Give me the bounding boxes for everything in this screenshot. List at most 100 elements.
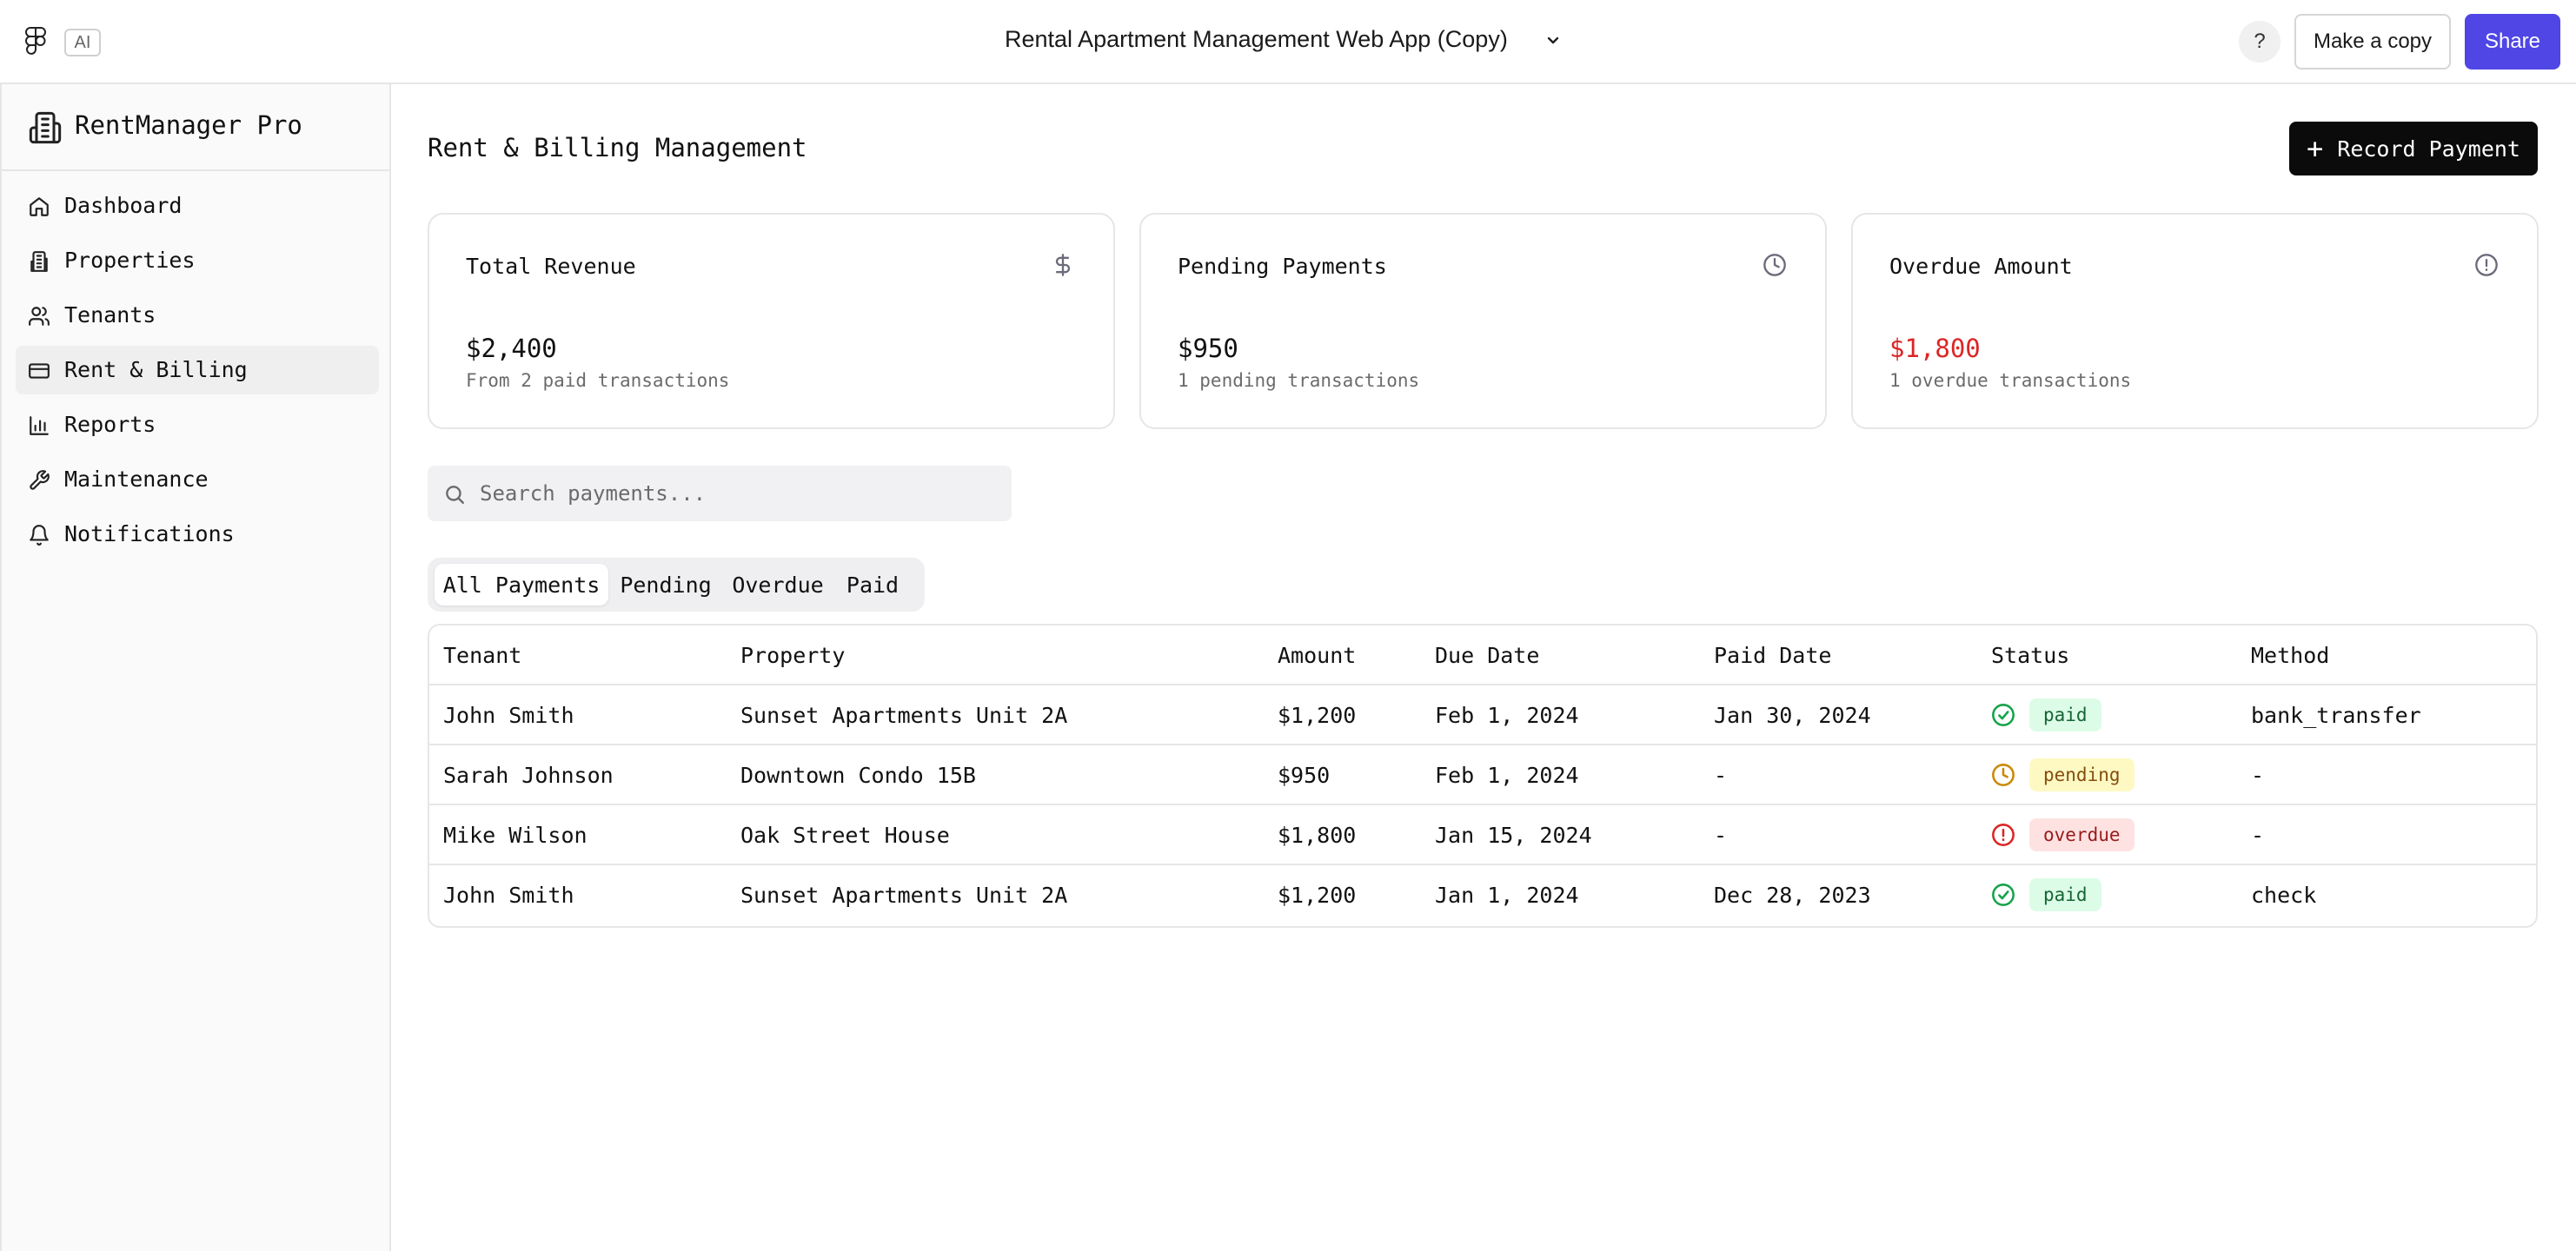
- wrench-icon: [30, 470, 50, 490]
- card-value: $1,800: [1889, 334, 1981, 363]
- bell-icon: [30, 525, 49, 546]
- card-value: $950: [1178, 334, 1238, 363]
- document-title[interactable]: Rental Apartment Management Web App (Cop…: [1005, 26, 1508, 53]
- column-header-property[interactable]: Property: [740, 643, 845, 668]
- method-cell: -: [2251, 823, 2265, 848]
- sidebar-item-label: Reports: [64, 412, 156, 437]
- sidebar-item-notifications[interactable]: Notifications: [16, 510, 379, 559]
- status-badge: overdue: [2029, 818, 2134, 851]
- column-header-amount[interactable]: Amount: [1278, 643, 1356, 668]
- sidebar-item-rent-billing[interactable]: Rent & Billing: [16, 346, 379, 394]
- payment-filter-tabs: All Payments Pending Overdue Paid: [428, 558, 925, 612]
- card-title: Overdue Amount: [1889, 254, 2073, 279]
- column-header-tenant[interactable]: Tenant: [443, 643, 521, 668]
- table-row[interactable]: John Smith Sunset Apartments Unit 2A $1,…: [429, 685, 2536, 745]
- sidebar: RentManager Pro Dashboard Properties Ten…: [0, 84, 391, 1251]
- app-name: RentManager Pro: [75, 110, 302, 140]
- card-title: Total Revenue: [466, 254, 636, 279]
- tenant-cell: John Smith: [443, 883, 574, 908]
- check-circle-icon: [1992, 704, 2015, 726]
- sidebar-item-label: Dashboard: [64, 193, 183, 218]
- home-icon: [30, 197, 49, 216]
- amount-cell: $1,200: [1278, 883, 1357, 908]
- clock-icon: [1763, 254, 1786, 276]
- users-icon: [29, 307, 50, 326]
- bar-chart-icon: [30, 416, 49, 435]
- sidebar-item-dashboard[interactable]: Dashboard: [16, 182, 379, 230]
- dollar-icon: [1055, 254, 1071, 276]
- column-header-status[interactable]: Status: [1991, 643, 2069, 668]
- check-circle-icon: [1992, 884, 2015, 906]
- sidebar-item-reports[interactable]: Reports: [16, 400, 379, 449]
- sidebar-item-maintenance[interactable]: Maintenance: [16, 455, 379, 504]
- search-input[interactable]: [480, 466, 1001, 521]
- due-date-cell: Jan 1, 2024: [1435, 883, 1579, 908]
- sidebar-item-label: Rent & Billing: [64, 357, 248, 382]
- table-header-row: Tenant Property Amount Due Date Paid Dat…: [429, 626, 2536, 685]
- overdue-amount-card: Overdue Amount $1,800 1 overdue transact…: [1851, 213, 2539, 429]
- paid-date-cell: Dec 28, 2023: [1714, 883, 1871, 908]
- search-box: [428, 466, 1012, 521]
- tenant-cell: John Smith: [443, 703, 574, 728]
- building-icon: [30, 251, 48, 272]
- building-logo-icon: [29, 111, 62, 144]
- record-payment-button[interactable]: + Record Payment: [2289, 122, 2538, 175]
- card-subtitle: 1 pending transactions: [1178, 370, 1420, 391]
- due-date-cell: Feb 1, 2024: [1435, 763, 1579, 788]
- top-bar: AI Rental Apartment Management Web App (…: [0, 0, 2576, 84]
- amount-cell: $950: [1278, 763, 1331, 788]
- figma-logo-icon[interactable]: [24, 26, 47, 57]
- column-header-due-date[interactable]: Due Date: [1435, 643, 1539, 668]
- sidebar-item-label: Tenants: [64, 302, 156, 328]
- pending-payments-card: Pending Payments $950 1 pending transact…: [1139, 213, 1827, 429]
- alert-circle-icon: [2475, 254, 2498, 276]
- credit-card-icon: [29, 363, 50, 379]
- make-a-copy-button[interactable]: Make a copy: [2294, 14, 2451, 70]
- share-button[interactable]: Share: [2465, 14, 2560, 70]
- tab-overdue[interactable]: Overdue: [723, 564, 833, 606]
- sidebar-item-properties[interactable]: Properties: [16, 236, 379, 285]
- table-row[interactable]: John Smith Sunset Apartments Unit 2A $1,…: [429, 865, 2536, 925]
- tab-pending[interactable]: Pending: [614, 564, 718, 606]
- brand: RentManager Pro: [2, 84, 391, 171]
- card-subtitle: 1 overdue transactions: [1889, 370, 2132, 391]
- method-cell: -: [2251, 763, 2265, 788]
- help-button[interactable]: ?: [2239, 21, 2281, 63]
- paid-date-cell: Jan 30, 2024: [1714, 703, 1871, 728]
- plus-icon: +: [2307, 132, 2324, 165]
- due-date-cell: Jan 15, 2024: [1435, 823, 1592, 848]
- sidebar-item-label: Properties: [64, 248, 196, 273]
- sidebar-nav: Dashboard Properties Tenants Rent & Bill…: [16, 182, 379, 565]
- column-header-method[interactable]: Method: [2251, 643, 2329, 668]
- alert-circle-icon: [1992, 824, 2015, 846]
- search-icon: [446, 486, 464, 504]
- chevron-down-icon[interactable]: [1544, 31, 1563, 50]
- page-title: Rent & Billing Management: [428, 133, 807, 162]
- table-row[interactable]: Sarah Johnson Downtown Condo 15B $950 Fe…: [429, 745, 2536, 805]
- method-cell: check: [2251, 883, 2317, 908]
- ai-button[interactable]: AI: [64, 29, 101, 56]
- card-subtitle: From 2 paid transactions: [466, 370, 730, 391]
- card-value: $2,400: [466, 334, 557, 363]
- card-title: Pending Payments: [1178, 254, 1387, 279]
- column-header-paid-date[interactable]: Paid Date: [1714, 643, 1831, 668]
- tab-paid[interactable]: Paid: [838, 564, 907, 606]
- tab-all-payments[interactable]: All Payments: [435, 564, 608, 606]
- tenant-cell: Mike Wilson: [443, 823, 588, 848]
- paid-date-cell: -: [1714, 763, 1728, 788]
- amount-cell: $1,200: [1278, 703, 1357, 728]
- status-badge: paid: [2029, 698, 2101, 731]
- record-payment-label: Record Payment: [2337, 136, 2520, 162]
- status-badge: pending: [2029, 758, 2134, 791]
- property-cell: Oak Street House: [740, 823, 950, 848]
- method-cell: bank_transfer: [2251, 703, 2421, 728]
- paid-date-cell: -: [1714, 823, 1728, 848]
- sidebar-item-tenants[interactable]: Tenants: [16, 291, 379, 340]
- sidebar-item-label: Notifications: [64, 521, 235, 546]
- table-row[interactable]: Mike Wilson Oak Street House $1,800 Jan …: [429, 805, 2536, 865]
- payments-table: Tenant Property Amount Due Date Paid Dat…: [428, 624, 2538, 928]
- sidebar-item-label: Maintenance: [64, 467, 209, 492]
- due-date-cell: Feb 1, 2024: [1435, 703, 1579, 728]
- total-revenue-card: Total Revenue $2,400 From 2 paid transac…: [428, 213, 1115, 429]
- amount-cell: $1,800: [1278, 823, 1357, 848]
